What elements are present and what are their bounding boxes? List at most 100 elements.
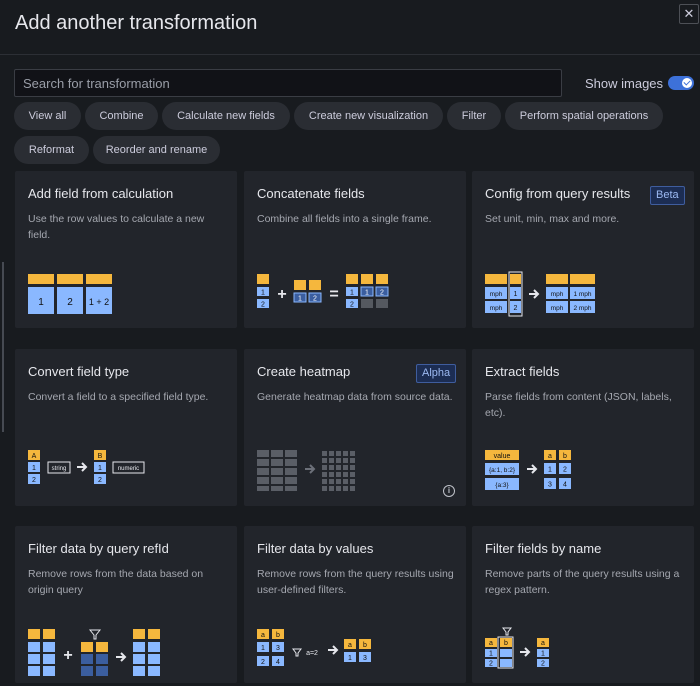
ill-label: a=2 xyxy=(306,650,318,657)
card-concatenate-fields[interactable]: Concatenate fields Combine all fields in… xyxy=(244,171,466,328)
ill-label: 1 + 2 xyxy=(89,297,109,307)
ill-label: 1 xyxy=(261,645,265,652)
filter-icon xyxy=(88,629,102,640)
card-description: Use the row values to calculate a new fi… xyxy=(28,213,205,241)
filter-values-illustration: a b 1 3 2 4 a=2 a b 1 3 xyxy=(257,629,371,666)
card-description: Parse fields from content (JSON, labels,… xyxy=(485,391,672,419)
card-add-field-from-calculation[interactable]: Add field from calculation Use the row v… xyxy=(15,171,237,328)
ill-label: mph xyxy=(490,291,503,298)
filter-filter[interactable]: Filter xyxy=(447,102,501,130)
ill-label: 2 mph xyxy=(573,305,591,312)
ill-label: 2 xyxy=(514,305,518,312)
ill-label: {a:3} xyxy=(495,482,509,489)
ill-label: 1 xyxy=(348,655,352,662)
svg-text:+: + xyxy=(63,647,72,664)
ill-label: 1 xyxy=(261,290,265,297)
filter-combine[interactable]: Combine xyxy=(85,102,158,130)
ill-label: 1 xyxy=(32,465,36,472)
card-title: Filter fields by name xyxy=(485,541,602,556)
ill-label: mph xyxy=(551,291,564,298)
filter-refid-illustration: + xyxy=(28,629,160,676)
ill-label: 1 xyxy=(489,651,493,658)
ill-label: 2 xyxy=(261,302,265,309)
card-config-from-query-results[interactable]: Config from query results Beta Set unit,… xyxy=(472,171,694,328)
ill-label: A xyxy=(32,453,37,460)
search-input[interactable] xyxy=(15,70,561,96)
convert-illustration: A 1 2 string B 1 2 numeric xyxy=(28,450,145,484)
ill-label: b xyxy=(504,640,508,647)
card-description: Remove rows from the query results using… xyxy=(257,568,454,596)
ill-label: b xyxy=(363,642,367,649)
filter-reorder-and-rename[interactable]: Reorder and rename xyxy=(93,136,220,164)
ill-label: 1 xyxy=(548,467,552,474)
ill-label: mph xyxy=(551,305,564,312)
info-icon[interactable]: i xyxy=(443,485,455,497)
ill-label: 2 xyxy=(350,302,354,309)
card-extract-fields[interactable]: Extract fields Parse fields from content… xyxy=(472,349,694,506)
ill-label: 2 xyxy=(313,296,317,303)
filter-icon xyxy=(292,648,302,657)
show-images-toggle[interactable] xyxy=(668,76,694,90)
card-filter-data-by-query-refid[interactable]: Filter data by query refId Remove rows f… xyxy=(15,526,237,683)
ill-label: a xyxy=(548,453,552,460)
card-description: Remove rows from the data based on origi… xyxy=(28,568,204,596)
ill-label: 1 xyxy=(365,290,369,297)
close-icon[interactable]: ✕ xyxy=(679,4,699,24)
svg-text:+: + xyxy=(277,286,286,303)
ill-label: 3 xyxy=(363,655,367,662)
card-title: Config from query results xyxy=(485,186,631,201)
card-description: Convert a field to a specified field typ… xyxy=(28,391,209,403)
card-title: Add field from calculation xyxy=(28,186,174,201)
ill-label: a xyxy=(348,642,352,649)
card-description: Generate heatmap data from source data. xyxy=(257,391,453,403)
ill-label: mph xyxy=(490,305,503,312)
concatenate-illustration: 1 2 + 1 2 = 1 1 2 2 xyxy=(257,274,389,309)
filter-create-new-visualization[interactable]: Create new visualization xyxy=(294,102,443,130)
beta-badge: Beta xyxy=(650,186,685,205)
show-images-label: Show images xyxy=(585,76,664,91)
add-field-illustration: 1 2 1 + 2 xyxy=(28,274,112,314)
card-title: Create heatmap xyxy=(257,364,351,379)
ill-label: 4 xyxy=(563,482,567,489)
search-field[interactable] xyxy=(14,69,562,97)
ill-label: 2 xyxy=(98,477,102,484)
card-title: Filter data by query refId xyxy=(28,541,169,556)
ill-label: 3 xyxy=(276,645,280,652)
filter-reformat[interactable]: Reformat xyxy=(14,136,89,164)
filter-perform-spatial-operations[interactable]: Perform spatial operations xyxy=(505,102,663,130)
card-create-heatmap[interactable]: Create heatmap Alpha Generate heatmap da… xyxy=(244,349,466,506)
ill-label: 1 xyxy=(98,465,102,472)
card-filter-data-by-values[interactable]: Filter data by values Remove rows from t… xyxy=(244,526,466,683)
ill-label: 1 xyxy=(541,651,545,658)
ill-label: 1 xyxy=(298,296,302,303)
config-illustration: mph 1 mph 2 mph 1 mph mph 2 mph xyxy=(485,271,595,317)
filter-name-illustration: a b 1 2 a 1 2 xyxy=(485,627,549,669)
ill-label: numeric xyxy=(118,466,139,472)
ill-label: 2 xyxy=(261,659,265,666)
filter-calculate-new-fields[interactable]: Calculate new fields xyxy=(162,102,290,130)
card-convert-field-type[interactable]: Convert field type Convert a field to a … xyxy=(15,349,237,506)
heatmap-illustration xyxy=(257,450,355,491)
page-title: Add another transformation xyxy=(15,12,258,34)
ill-label: string xyxy=(52,466,67,472)
ill-label: a xyxy=(541,640,545,647)
extract-illustration: value {a:1, b:2} {a:3} a b 1 2 3 4 xyxy=(485,450,571,490)
card-description: Remove parts of the query results using … xyxy=(485,568,680,596)
ill-label: B xyxy=(98,453,103,460)
card-title: Convert field type xyxy=(28,364,130,379)
modal-header: Add another transformation ✕ xyxy=(0,0,700,55)
ill-label: 1 xyxy=(350,290,354,297)
card-filter-fields-by-name[interactable]: Filter fields by name Remove parts of th… xyxy=(472,526,694,683)
filter-view-all[interactable]: View all xyxy=(14,102,81,130)
ill-label: {a:1, b:2} xyxy=(489,467,516,474)
ill-label: 2 xyxy=(541,661,545,668)
ill-label: 2 xyxy=(32,477,36,484)
card-description: Set unit, min, max and more. xyxy=(485,213,620,225)
card-title: Concatenate fields xyxy=(257,186,365,201)
ill-label: 4 xyxy=(276,659,280,666)
ill-label: 1 mph xyxy=(573,291,591,298)
ill-label: value xyxy=(494,453,511,460)
ill-label: 2 xyxy=(563,467,567,474)
ill-label: b xyxy=(276,632,280,639)
check-icon xyxy=(682,78,692,88)
